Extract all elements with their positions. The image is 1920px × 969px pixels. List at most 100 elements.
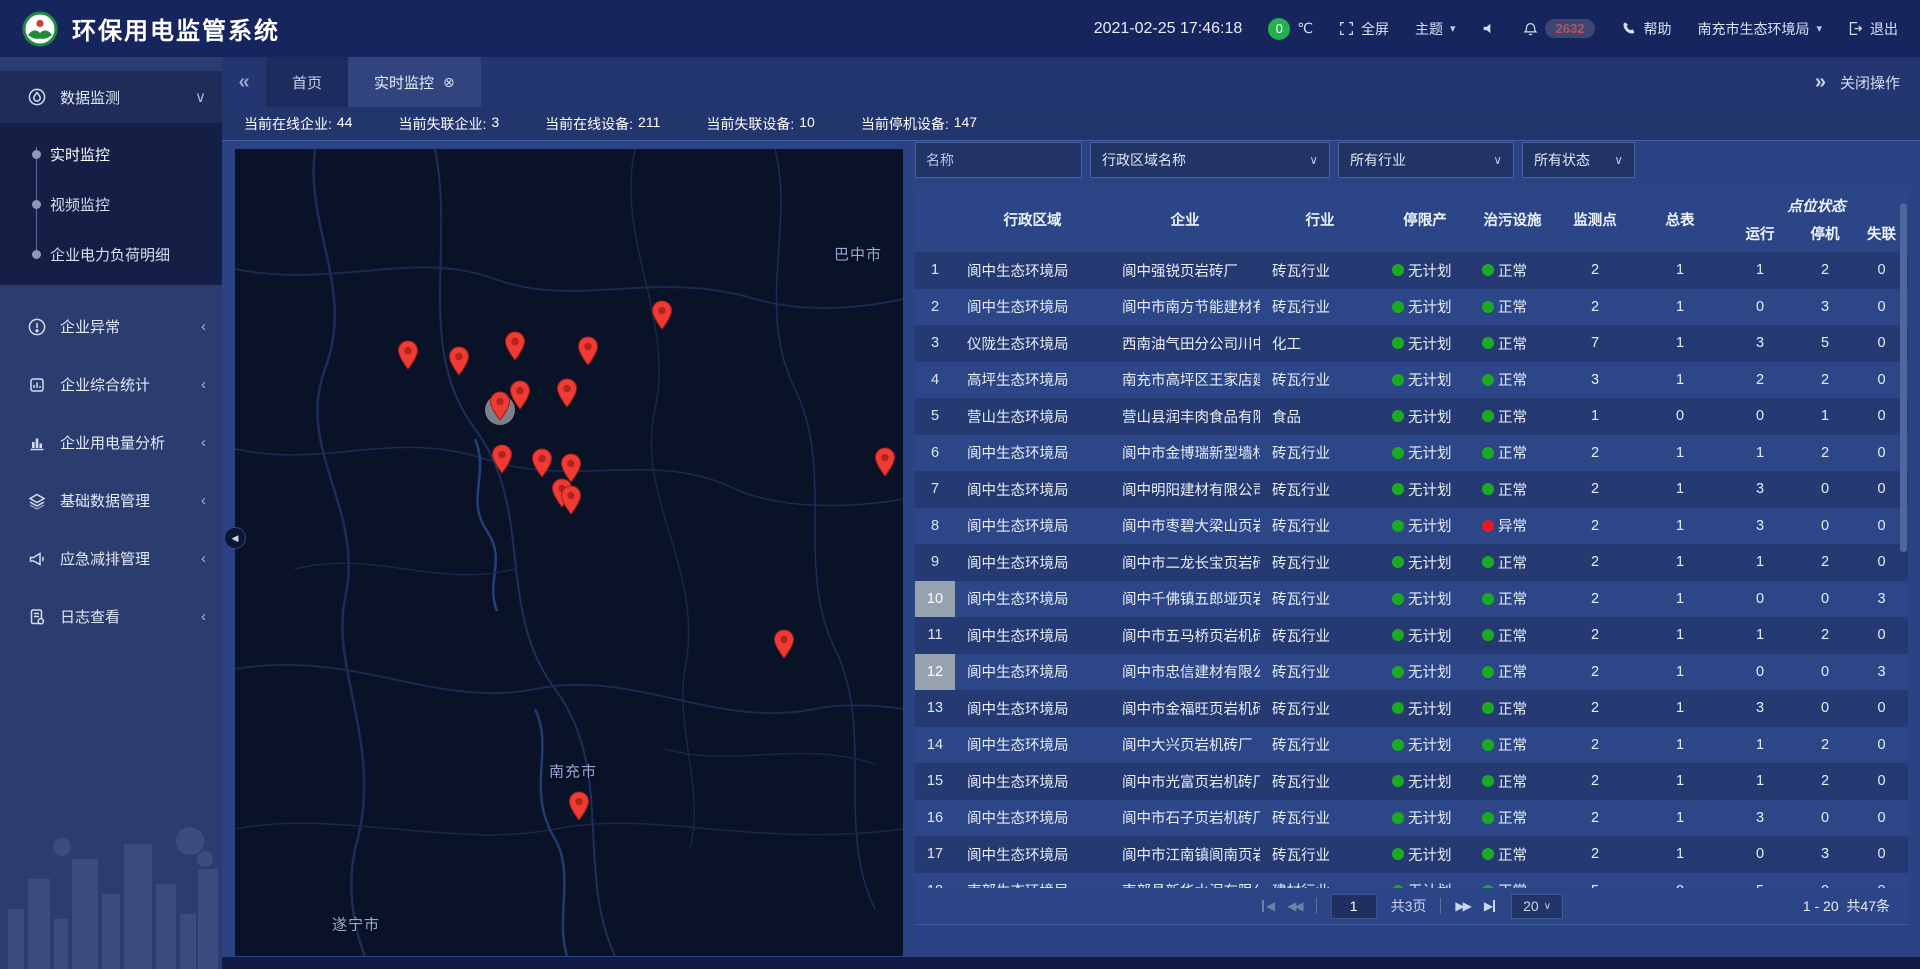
tabs-scroll-left-button[interactable]: « [222,57,266,107]
fullscreen-button[interactable]: 全屏 [1339,19,1389,39]
tab-realtime-monitoring[interactable]: 实时监控 ⊗ [348,57,481,107]
cell-stop-production: 无计划 [1380,289,1470,326]
map-pin-marker[interactable] [509,380,531,410]
vertical-scrollbar-thumb[interactable] [1900,203,1907,552]
map-pin-marker[interactable] [531,448,553,478]
map-pin-marker[interactable] [577,336,599,366]
help-button[interactable]: 帮助 [1621,19,1671,39]
cell-monitor-points: 1 [1555,398,1635,435]
table-row[interactable]: 5 营山生态环境局 营山县润丰肉食品有限 食品 无计划 [915,398,1908,435]
close-operations-button[interactable]: 关闭操作 [1840,72,1900,93]
column-stop-production: 停限产 [1380,186,1470,252]
theme-dropdown[interactable]: 主题 ▾ [1415,19,1456,39]
sound-button[interactable] [1482,21,1497,36]
map-pin-marker[interactable] [448,346,470,376]
cell-monitor-points: 2 [1555,544,1635,581]
page-number-input[interactable] [1331,894,1377,919]
tabs-scroll-right-button[interactable]: » [1815,71,1826,94]
last-page-button[interactable]: ▶ [1484,899,1497,913]
status-select[interactable]: 所有状态 ∨ [1522,142,1635,178]
cell-total-meter: 1 [1635,763,1725,800]
map-pin-marker[interactable] [874,447,896,477]
stats-bar: 当前在线企业: 44 当前失联企业: 3 当前在线设备: 211 当前 [222,107,1920,141]
phone-icon [1621,21,1636,36]
user-menu[interactable]: 南充市生态环境局 ▾ [1697,19,1822,39]
pin-icon [531,448,553,478]
logout-button[interactable]: 退出 [1848,19,1898,39]
pin-icon [773,629,795,659]
map-pin-marker[interactable] [491,444,513,474]
status-dot [1482,666,1494,678]
table-row[interactable]: 12 阆中生态环境局 阆中市忠信建材有限公 砖瓦行业 无计划 [915,654,1908,691]
table-row[interactable]: 1 阆中生态环境局 阆中强锐页岩砖厂 砖瓦行业 无计划 [915,252,1908,289]
table-row[interactable]: 3 仪陇生态环境局 西南油气田分公司川中 化工 无计划 [915,325,1908,362]
sidebar-item-power-analysis[interactable]: 企业用电量分析 ‹ [0,415,222,470]
datetime: 2021-02-25 17:46:18 [1094,20,1243,38]
table-row[interactable]: 18 南部生态环境局 南部县新华水泥有限公 建材行业 无计划 [915,873,1908,889]
table-row[interactable]: 8 阆中生态环境局 阆中市枣碧大梁山页岩 砖瓦行业 无计划 [915,508,1908,545]
stat-label: 当前失联设备: [706,114,794,134]
table-row[interactable]: 11 阆中生态环境局 阆中市五马桥页岩机砖 砖瓦行业 无计划 [915,617,1908,654]
pin-icon [509,380,531,410]
map-pin-marker[interactable] [560,485,582,515]
table-row[interactable]: 10 阆中生态环境局 阆中千佛镇五郎垭页岩 砖瓦行业 无计划 [915,581,1908,618]
cell-running: 1 [1725,763,1795,800]
map-pin-marker[interactable] [556,378,578,408]
page-size-select[interactable]: 20 ∨ [1511,894,1563,919]
cell-monitor-points: 2 [1555,836,1635,873]
sidebar-item-realtime-monitoring[interactable]: 实时监控 [0,129,222,179]
sidebar-item-log-view[interactable]: 日志查看 ‹ [0,589,222,644]
sidebar-item-base-data[interactable]: 基础数据管理 ‹ [0,473,222,528]
cell-stopped: 2 [1795,544,1855,581]
sidebar-item-enterprise-statistics[interactable]: 企业综合统计 ‹ [0,357,222,412]
data-panel: 行政区域名称 ∨ 所有行业 ∨ 所有状态 ∨ [915,142,1908,925]
sidebar-item-video-monitoring[interactable]: 视频监控 [0,179,222,229]
table-row[interactable]: 7 阆中生态环境局 阆中明阳建材有限公司 砖瓦行业 无计划 [915,471,1908,508]
table-row[interactable]: 14 阆中生态环境局 阆中大兴页岩机砖厂 砖瓦行业 无计划 [915,727,1908,764]
table-row[interactable]: 9 阆中生态环境局 阆中市二龙长宝页岩砖 砖瓦行业 无计划 [915,544,1908,581]
sidebar-item-power-load-detail[interactable]: 企业电力负荷明细 [0,229,222,279]
map-collapse-toggle[interactable]: ◀ [224,527,246,549]
table-row[interactable]: 2 阆中生态环境局 阆中市南方节能建材有 砖瓦行业 无计划 [915,289,1908,326]
tab-home[interactable]: 首页 [266,57,348,107]
chevron-down-icon: ∨ [1614,153,1623,167]
cell-stopped: 0 [1795,873,1855,889]
tab-close-icon[interactable]: ⊗ [443,74,455,91]
table-row[interactable]: 16 阆中生态环境局 阆中市石子页岩机砖厂 砖瓦行业 无计划 [915,800,1908,837]
sidebar-item-data-monitoring[interactable]: 数据监测 ∨ [0,71,222,123]
previous-page-button[interactable]: ◀◀ [1287,899,1301,913]
table-row[interactable]: 6 阆中生态环境局 阆中市金博瑞新型墙材 砖瓦行业 无计划 [915,435,1908,472]
map-pin-marker[interactable] [568,791,590,821]
sidebar-item-enterprise-abnormal[interactable]: 企业异常 ‹ [0,299,222,354]
pin-icon [577,336,599,366]
cell-running: 3 [1725,508,1795,545]
status-dot [1482,483,1494,495]
next-page-button[interactable]: ▶▶ [1455,899,1469,913]
notifications-button[interactable]: 2632 [1523,19,1596,38]
table-row[interactable]: 13 阆中生态环境局 阆中市金福旺页岩机砖 砖瓦行业 无计划 [915,690,1908,727]
map-pin-marker[interactable] [489,391,511,421]
cell-pollution-facility: 正常 [1470,873,1555,889]
status-dot-green [1392,666,1404,678]
map-pin-marker[interactable] [504,331,526,361]
map-pin-marker[interactable] [651,300,673,330]
row-number: 7 [915,471,955,508]
cell-company: 阆中市金博瑞新型墙材 [1110,435,1260,472]
first-page-button[interactable]: ◀ [1260,899,1273,913]
cell-region: 阆中生态环境局 [955,252,1110,289]
map-pin-marker[interactable] [773,629,795,659]
row-number: 3 [915,325,955,362]
cell-company: 西南油气田分公司川中 [1110,325,1260,362]
separator [1440,898,1441,914]
sidebar-item-emergency-reduction[interactable]: 应急减排管理 ‹ [0,531,222,586]
map-pin-marker[interactable] [397,340,419,370]
table-row[interactable]: 17 阆中生态环境局 阆中市江南镇阆南页岩 砖瓦行业 无计划 [915,836,1908,873]
record-range-summary: 1 - 20 共47条 [1803,896,1890,916]
table-row[interactable]: 15 阆中生态环境局 阆中市光富页岩机砖厂 砖瓦行业 无计划 [915,763,1908,800]
map-panel[interactable]: 巴中市 南充市 遂宁市 [235,149,903,956]
name-search-input[interactable] [915,142,1082,178]
industry-select[interactable]: 所有行业 ∨ [1338,142,1514,178]
stat-label: 当前在线企业: [244,114,332,134]
table-row[interactable]: 4 高坪生态环境局 南充市高坪区王家店建 砖瓦行业 无计划 [915,362,1908,399]
region-select[interactable]: 行政区域名称 ∨ [1090,142,1330,178]
